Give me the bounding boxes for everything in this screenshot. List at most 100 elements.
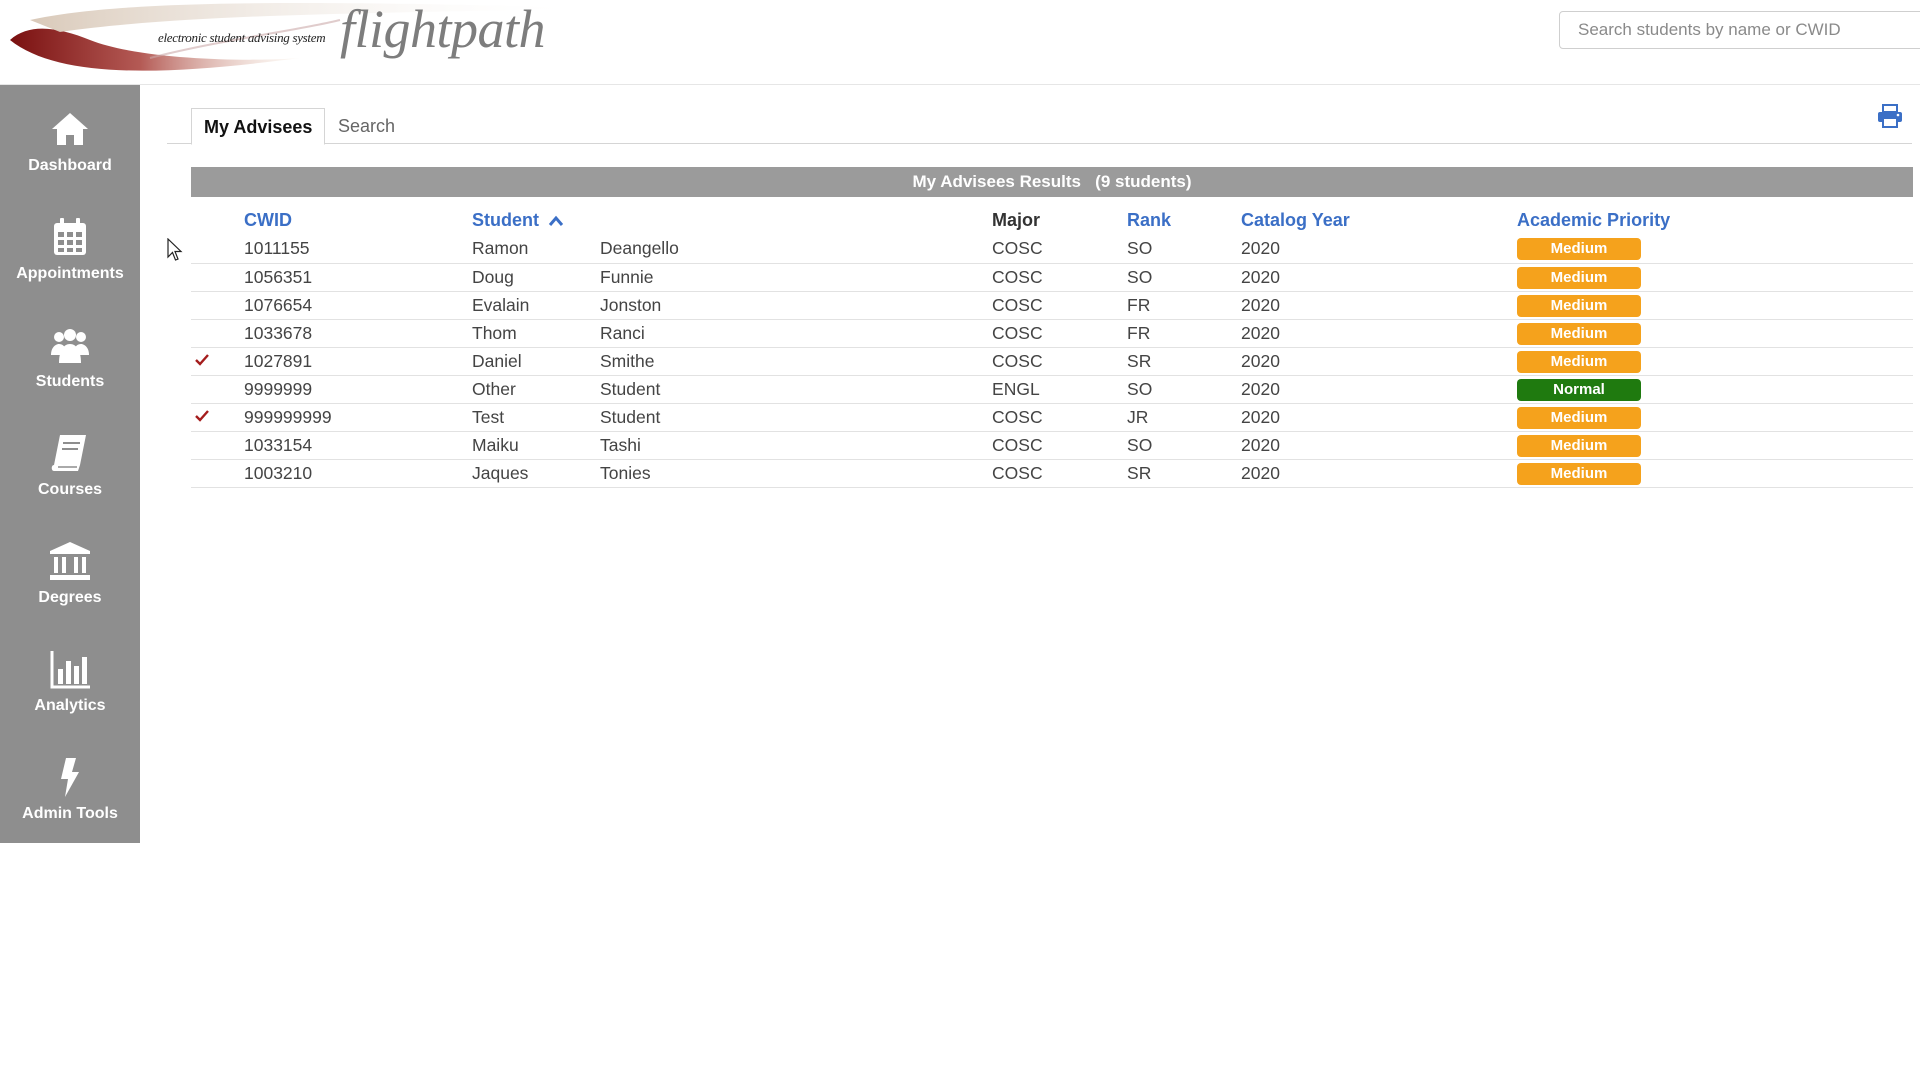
selected-check-cell <box>191 235 244 264</box>
academic-priority-cell: Medium <box>1517 319 1914 348</box>
priority-badge: Medium <box>1517 434 1642 457</box>
first-name-cell: Evalain <box>472 291 600 320</box>
last-name-cell: Smithe <box>600 347 993 376</box>
academic-priority-cell: Medium <box>1517 263 1914 292</box>
cwid-cell: 1076654 <box>244 291 472 320</box>
checkmark-icon <box>195 410 209 422</box>
results-count: (9 students) <box>1095 172 1192 191</box>
academic-priority-cell: Medium <box>1517 235 1914 264</box>
table-row[interactable]: 1076654 Evalain Jonston COSC FR 2020 Medium <box>191 291 1914 320</box>
major-column-header: Major <box>992 209 1041 230</box>
table-row[interactable]: 1003210 Jaques Tonies COSC SR 2020 Medium <box>191 459 1914 488</box>
priority-badge: Medium <box>1517 350 1642 373</box>
student-search-input[interactable] <box>1559 11 1920 49</box>
sidebar-item-label: Analytics <box>34 697 106 714</box>
academic-priority-cell: Medium <box>1517 291 1914 320</box>
academic-priority-cell: Medium <box>1517 403 1914 432</box>
last-name-cell: Student <box>600 375 993 404</box>
priority-badge: Normal <box>1517 378 1642 401</box>
rank-cell: SO <box>1127 235 1242 264</box>
major-cell: COSC <box>992 263 1128 292</box>
priority-badge: Medium <box>1517 462 1642 485</box>
calendar-icon <box>54 218 86 255</box>
selected-check-cell <box>191 431 244 460</box>
logo-wordmark: flightpath <box>340 0 546 59</box>
rank-cell: SO <box>1127 431 1242 460</box>
sidebar-item-courses[interactable]: Courses <box>0 431 140 531</box>
last-name-cell: Tashi <box>600 431 993 460</box>
student-column-label: Student <box>472 209 539 230</box>
results-header: My Advisees Results (9 students) <box>191 167 1913 197</box>
last-name-cell: Student <box>600 403 993 432</box>
rank-cell: JR <box>1127 403 1242 432</box>
cwid-cell: 1003210 <box>244 459 472 488</box>
table-row[interactable]: 1011155 Ramon Deangello COSC SO 2020 Medium <box>191 235 1914 264</box>
table-row[interactable]: 1027891 Daniel Smithe COSC SR 2020 Medium <box>191 347 1914 376</box>
sidebar-item-students[interactable]: Students <box>0 323 140 423</box>
sidebar-item-analytics[interactable]: Analytics <box>0 647 140 747</box>
sidebar-nav: Dashboard Appointments Students Courses … <box>0 85 140 843</box>
student-column-header[interactable]: Student <box>472 205 992 235</box>
last-name-cell: Jonston <box>600 291 993 320</box>
last-name-cell: Deangello <box>600 235 993 264</box>
sidebar-item-dashboard[interactable]: Dashboard <box>0 107 140 207</box>
first-name-cell: Daniel <box>472 347 600 376</box>
major-cell: COSC <box>992 459 1128 488</box>
tab-my-advisees[interactable]: My Advisees <box>191 108 326 145</box>
tab-search[interactable]: Search <box>326 108 407 144</box>
sidebar-item-label: Students <box>35 373 105 390</box>
academic-priority-cell: Medium <box>1517 431 1914 460</box>
print-icon[interactable] <box>1877 104 1903 128</box>
first-name-cell: Other <box>472 375 600 404</box>
advisees-table-container: CWID Student Major Rank Catalog Year Aca… <box>191 205 1914 488</box>
priority-badge: Medium <box>1517 322 1642 345</box>
sort-ascending-icon <box>548 215 564 226</box>
cwid-column-header[interactable]: CWID <box>244 205 472 235</box>
catalog-year-cell: 2020 <box>1241 375 1518 404</box>
last-name-cell: Funnie <box>600 263 993 292</box>
rank-cell: SR <box>1127 459 1242 488</box>
cwid-cell: 9999999 <box>244 375 472 404</box>
first-name-cell: Maiku <box>472 431 600 460</box>
priority-badge: Medium <box>1517 294 1642 317</box>
catalog-year-cell: 2020 <box>1241 347 1518 376</box>
table-row[interactable]: 999999999 Test Student COSC JR 2020 Medium <box>191 403 1914 432</box>
advisees-table-body: 1011155 Ramon Deangello COSC SO 2020 Medium 105… <box>191 235 1914 488</box>
table-row[interactable]: 1033154 Maiku Tashi COSC SO 2020 Medium <box>191 431 1914 460</box>
flightpath-logo[interactable]: electronic student advising system fligh… <box>0 0 600 80</box>
results-title: My Advisees Results <box>912 172 1081 191</box>
sidebar-item-appointments[interactable]: Appointments <box>0 215 140 315</box>
first-name-cell: Doug <box>472 263 600 292</box>
catalog-year-cell: 2020 <box>1241 291 1518 320</box>
catalog-year-cell: 2020 <box>1241 459 1518 488</box>
catalog-year-column-header[interactable]: Catalog Year <box>1241 205 1517 235</box>
mouse-cursor-icon <box>167 238 183 261</box>
book-icon <box>51 435 86 471</box>
sidebar-item-degrees[interactable]: Degrees <box>0 539 140 639</box>
first-name-cell: Test <box>472 403 600 432</box>
last-name-cell: Ranci <box>600 319 993 348</box>
check-column-header <box>191 205 244 235</box>
table-row[interactable]: 1056351 Doug Funnie COSC SO 2020 Medium <box>191 263 1914 292</box>
first-name-cell: Ramon <box>472 235 600 264</box>
table-row[interactable]: 9999999 Other Student ENGL SO 2020 Normal <box>191 375 1914 404</box>
app-header: electronic student advising system fligh… <box>0 0 1920 85</box>
rank-cell: SO <box>1127 375 1242 404</box>
sidebar-item-label: Dashboard <box>28 157 112 174</box>
table-row[interactable]: 1033678 Thom Ranci COSC FR 2020 Medium <box>191 319 1914 348</box>
academic-priority-column-header[interactable]: Academic Priority <box>1517 205 1913 235</box>
cwid-cell: 1056351 <box>244 263 472 292</box>
users-icon <box>51 329 89 363</box>
sidebar-item-label: Degrees <box>38 589 102 606</box>
major-cell: COSC <box>992 319 1128 348</box>
sidebar-item-admin-tools[interactable]: Admin Tools <box>0 755 140 855</box>
selected-check-cell <box>191 403 244 432</box>
selected-check-cell <box>191 347 244 376</box>
bar-chart-icon <box>50 651 90 689</box>
major-cell: ENGL <box>992 375 1128 404</box>
sidebar-item-label: Appointments <box>16 265 124 282</box>
selected-check-cell <box>191 459 244 488</box>
rank-column-header[interactable]: Rank <box>1127 205 1241 235</box>
rank-cell: SR <box>1127 347 1242 376</box>
academic-priority-cell: Medium <box>1517 347 1914 376</box>
